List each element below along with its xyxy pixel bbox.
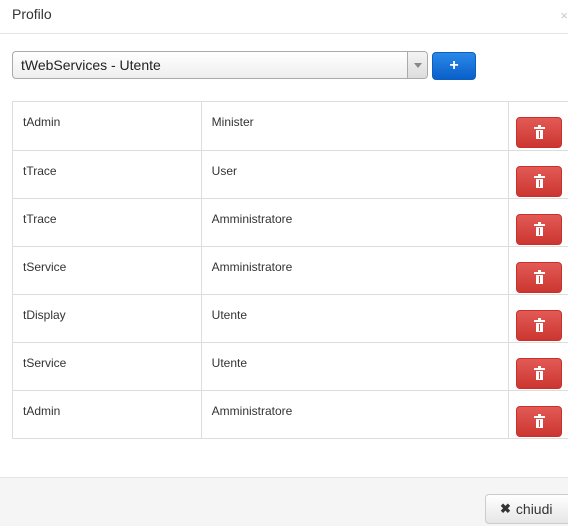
table-row: tDisplay Utente	[13, 294, 568, 342]
action-cell	[509, 199, 568, 246]
delete-button[interactable]	[516, 262, 563, 293]
role-cell: User	[202, 151, 510, 198]
trash-icon	[533, 124, 545, 139]
modal-header: Profilo ×	[0, 0, 568, 34]
action-cell	[509, 151, 568, 198]
trash-icon	[533, 269, 545, 284]
trash-icon	[533, 413, 545, 428]
trash-icon	[533, 221, 545, 236]
delete-button[interactable]	[516, 406, 563, 437]
role-cell: Minister	[202, 102, 510, 150]
service-cell: tService	[13, 247, 202, 294]
close-button-label: chiudi	[515, 501, 553, 517]
delete-button[interactable]	[516, 166, 563, 197]
chevron-down-icon[interactable]	[407, 52, 427, 78]
action-cell	[509, 391, 568, 438]
delete-button[interactable]	[516, 358, 563, 389]
action-cell	[509, 102, 568, 150]
service-cell: tAdmin	[13, 391, 202, 438]
trash-icon	[533, 317, 545, 332]
service-cell: tTrace	[13, 151, 202, 198]
service-cell: tTrace	[13, 199, 202, 246]
role-cell: Amministratore	[202, 247, 510, 294]
role-cell: Utente	[202, 295, 510, 342]
service-cell: tService	[13, 343, 202, 390]
role-cell: Amministratore	[202, 391, 510, 438]
role-cell: Amministratore	[202, 199, 510, 246]
profiles-table: tAdmin Minister tTrace User tTrace Amministra…	[12, 101, 568, 439]
service-cell: tDisplay	[13, 295, 202, 342]
delete-button[interactable]	[516, 310, 563, 341]
action-cell	[509, 247, 568, 294]
modal-title: Profilo	[12, 6, 52, 22]
close-icon[interactable]: ×	[560, 9, 568, 22]
close-button[interactable]: ✖ chiudi	[485, 494, 568, 524]
table-row: tAdmin Minister	[13, 102, 568, 150]
plus-icon: +	[449, 57, 459, 74]
x-icon: ✖	[500, 501, 511, 516]
table-row: tTrace User	[13, 150, 568, 198]
profile-select-value: tWebServices - Utente	[21, 57, 161, 73]
delete-button[interactable]	[516, 214, 563, 245]
delete-button[interactable]	[516, 117, 563, 148]
trash-icon	[533, 365, 545, 380]
table-row: tService Utente	[13, 342, 568, 390]
modal-footer	[0, 477, 568, 526]
action-cell	[509, 343, 568, 390]
table-row: tTrace Amministratore	[13, 198, 568, 246]
action-cell	[509, 295, 568, 342]
trash-icon	[533, 173, 545, 188]
profile-select[interactable]: tWebServices - Utente	[12, 51, 428, 79]
role-cell: Utente	[202, 343, 510, 390]
table-row: tAdmin Amministratore	[13, 390, 568, 438]
service-cell: tAdmin	[13, 102, 202, 150]
table-row: tService Amministratore	[13, 246, 568, 294]
add-profile-button[interactable]: +	[432, 52, 476, 80]
